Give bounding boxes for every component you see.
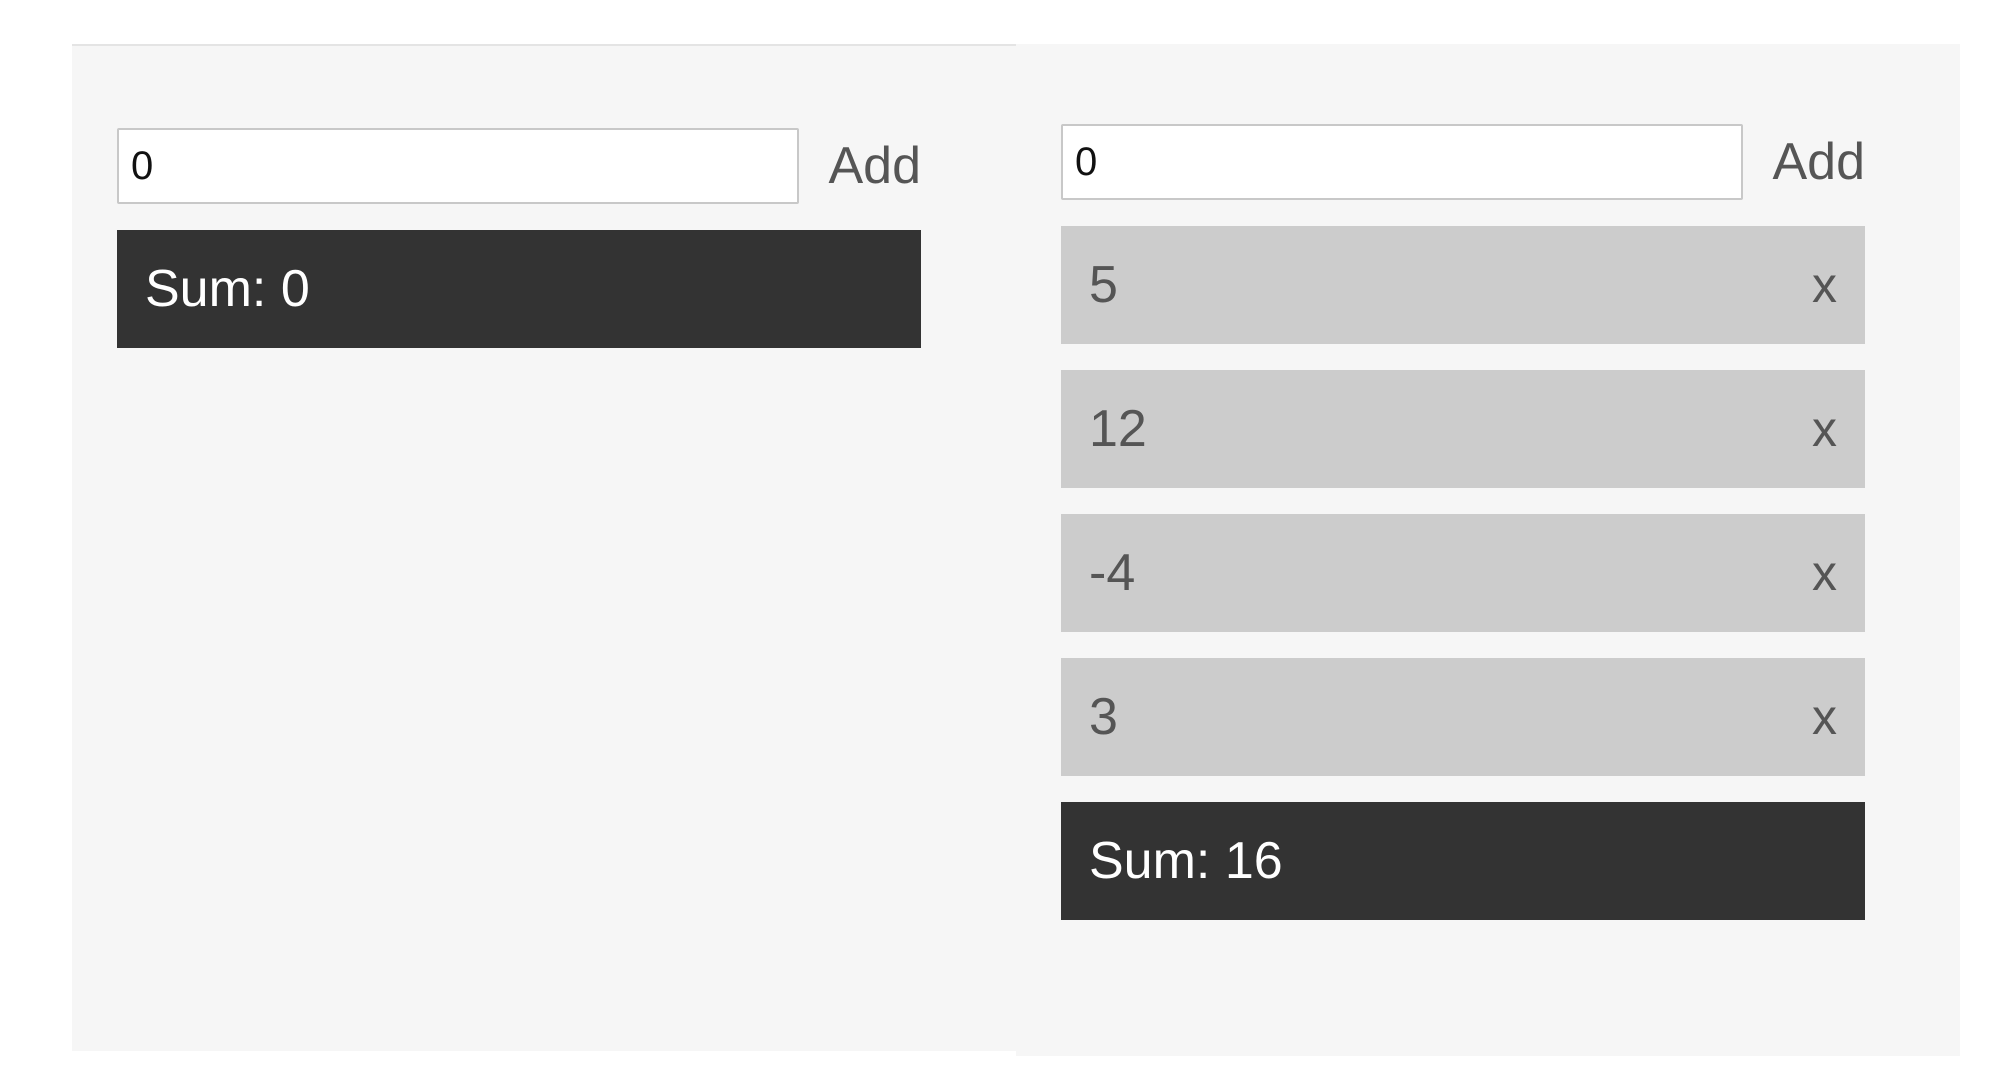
left-sum-label: Sum: 0 [145,260,310,318]
list-item: 5 x [1061,226,1865,344]
left-sum-bar: Sum: 0 [117,230,921,348]
remove-item-button[interactable]: x [1775,658,1865,776]
list-item-value: 3 [1089,688,1118,746]
list-item: 12 x [1061,370,1865,488]
remove-item-button[interactable]: x [1775,370,1865,488]
right-add-button[interactable]: Add [1761,124,1865,200]
right-input-row: Add [1061,124,1865,200]
list-item-value: 12 [1089,400,1147,458]
left-number-input[interactable] [117,128,799,204]
list-item-value: 5 [1089,256,1118,314]
list-item: -4 x [1061,514,1865,632]
remove-item-button[interactable]: x [1775,514,1865,632]
right-sum-panel: Add 5 x 12 x -4 x 3 x Sum: 16 [1016,44,1960,1056]
right-number-list: 5 x 12 x -4 x 3 x Sum: 16 [1061,226,1865,920]
right-number-input[interactable] [1061,124,1743,200]
right-sum-label: Sum: 16 [1089,832,1283,890]
left-sum-panel: Add Sum: 0 [72,44,1016,1051]
list-item-value: -4 [1089,544,1136,602]
remove-item-button[interactable]: x [1775,226,1865,344]
left-number-list: Sum: 0 [117,230,921,348]
left-input-row: Add [117,128,921,204]
right-sum-bar: Sum: 16 [1061,802,1865,920]
left-add-button[interactable]: Add [817,128,921,204]
list-item: 3 x [1061,658,1865,776]
